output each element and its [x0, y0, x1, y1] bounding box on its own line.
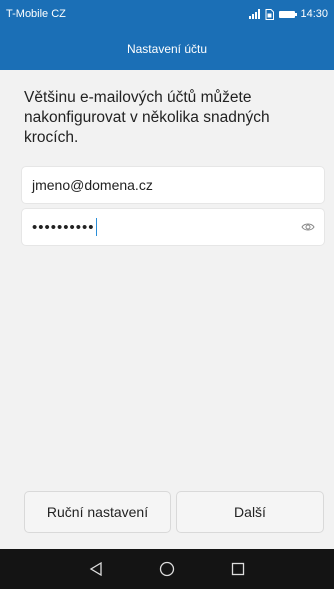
- app-header: Nastavení účtu: [0, 28, 334, 70]
- status-icons: 14:30: [249, 8, 328, 20]
- intro-text: Většinu e-mailových účtů můžete nakonfig…: [24, 89, 270, 146]
- clock: 14:30: [300, 8, 328, 20]
- text-cursor: [95, 218, 98, 236]
- email-value: jmeno@domena.cz: [32, 177, 153, 193]
- sim-icon: [265, 8, 275, 20]
- battery-icon: [279, 10, 298, 18]
- page-title: Nastavení účtu: [126, 42, 208, 56]
- status-bar: T-Mobile CZ 14:30: [0, 0, 334, 28]
- recents-icon[interactable]: [228, 559, 248, 579]
- manual-setup-button[interactable]: Ruční nastavení: [24, 491, 171, 533]
- navigation-bar: [0, 549, 334, 589]
- back-icon[interactable]: [86, 559, 106, 579]
- password-value: ••••••••••: [32, 218, 95, 236]
- email-field[interactable]: jmeno@domena.cz: [22, 167, 324, 203]
- home-icon[interactable]: [157, 559, 177, 579]
- signal-icon: [249, 9, 261, 19]
- next-button[interactable]: Další: [176, 491, 324, 533]
- password-field[interactable]: ••••••••••: [22, 209, 324, 245]
- carrier-label: T-Mobile CZ: [6, 8, 66, 20]
- eye-icon[interactable]: [301, 220, 315, 234]
